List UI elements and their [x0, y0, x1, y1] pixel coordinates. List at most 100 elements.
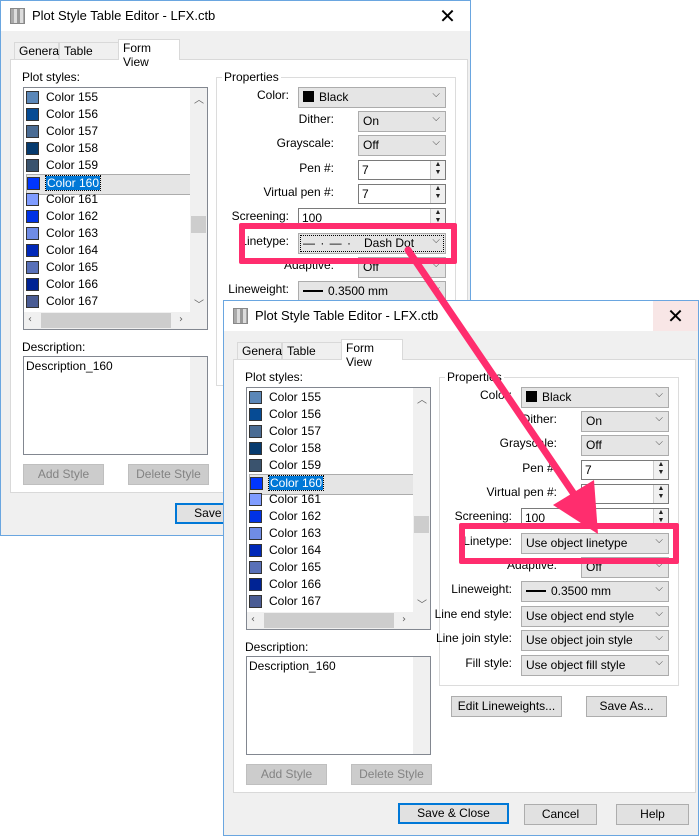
lineweight-select[interactable]: 0.3500 mm ⌵ [298, 281, 446, 302]
list-item[interactable]: Color 157 [249, 423, 414, 440]
app-icon [233, 308, 248, 324]
spin-button[interactable]: ▲ ▼ [430, 185, 445, 203]
list-item[interactable]: Color 157 [26, 123, 191, 140]
scroll-thumb[interactable] [414, 516, 429, 533]
list-item[interactable]: Color 167 [26, 293, 191, 310]
dither-select[interactable]: On ⌵ [581, 411, 669, 432]
line-end-style-select[interactable]: Use object end style ⌵ [521, 606, 669, 627]
list-item[interactable]: Color 156 [249, 406, 414, 423]
horizontal-scrollbar[interactable]: ‹ › [247, 612, 430, 629]
color-swatch [26, 159, 39, 172]
list-item[interactable]: Color 155 [249, 389, 414, 406]
color-swatch [250, 477, 263, 490]
line-end-style-label: Line end style: [434, 607, 512, 621]
tab-table-view[interactable]: Table View [282, 342, 343, 372]
scroll-right-icon[interactable]: › [179, 314, 183, 325]
spin-button[interactable]: ▲ ▼ [653, 461, 668, 479]
chevron-down-icon: ⌵ [432, 283, 440, 294]
color-select[interactable]: Black ⌵ [298, 87, 446, 108]
list-item[interactable]: Color 159 [249, 457, 414, 474]
scroll-up-icon[interactable]: ︿ [194, 91, 204, 106]
scroll-up-icon[interactable]: ︿ [417, 391, 427, 406]
vertical-scrollbar[interactable]: ︿ ﹀ [413, 388, 430, 614]
pen-label: Pen #: [299, 161, 334, 175]
delete-style-button[interactable]: Delete Style [351, 764, 432, 785]
list-item[interactable]: Color 158 [26, 140, 191, 157]
list-item[interactable]: Color 166 [26, 276, 191, 293]
description-field[interactable]: Description_160 [246, 656, 431, 755]
virtual-pen-input[interactable]: 7 ▲ ▼ [358, 184, 446, 204]
description-scrollbar[interactable] [413, 657, 430, 754]
delete-style-button[interactable]: Delete Style [128, 464, 209, 485]
list-item[interactable]: Color 158 [249, 440, 414, 457]
list-item[interactable]: Color 167 [249, 593, 414, 610]
chevron-down-icon: ⌵ [655, 583, 663, 594]
list-item[interactable]: Color 159 [26, 157, 191, 174]
grayscale-select[interactable]: Off ⌵ [358, 135, 446, 156]
scroll-thumb[interactable] [41, 313, 171, 328]
list-item[interactable]: Color 156 [26, 106, 191, 123]
plot-styles-list[interactable]: Color 155 Color 156 Color 157 Color 158 Colo… [23, 87, 208, 330]
tab-form-view[interactable]: Form View [341, 339, 403, 369]
scroll-thumb[interactable] [264, 613, 394, 628]
description-label: Description: [245, 640, 309, 654]
list-item[interactable]: Color 155 [26, 89, 191, 106]
color-select[interactable]: Black ⌵ [521, 387, 669, 408]
tab-table-view[interactable]: Table View [59, 42, 120, 72]
list-item[interactable]: Color 163 [249, 525, 414, 542]
scroll-left-icon[interactable]: ‹ [28, 314, 32, 325]
tab-general[interactable]: General [14, 42, 62, 60]
scroll-right-icon[interactable]: › [402, 614, 406, 625]
cancel-button[interactable]: Cancel [524, 804, 597, 825]
title-bar[interactable]: Plot Style Table Editor - LFX.ctb ✕ [224, 301, 698, 331]
fill-style-select[interactable]: Use object fill style ⌵ [521, 655, 669, 676]
list-item[interactable]: Color 163 [26, 225, 191, 242]
dither-label: Dither: [521, 412, 557, 426]
color-swatch [249, 408, 262, 421]
title-bar[interactable]: Plot Style Table Editor - LFX.ctb ✕ [1, 1, 470, 31]
description-field[interactable]: Description_160 [23, 356, 208, 455]
dialog-front: Plot Style Table Editor - LFX.ctb ✕ Genera… [223, 300, 699, 836]
description-scrollbar[interactable] [190, 357, 207, 454]
scroll-down-icon[interactable]: ﹀ [417, 596, 427, 611]
pen-input[interactable]: 7 ▲ ▼ [581, 460, 669, 480]
help-button[interactable]: Help [616, 804, 689, 825]
properties-label: Properties [222, 70, 281, 84]
scroll-left-icon[interactable]: ‹ [251, 614, 255, 625]
list-item[interactable]: Color 165 [26, 259, 191, 276]
spin-button[interactable]: ▲ ▼ [653, 485, 668, 503]
virtual-pen-input[interactable]: 7 ▲ ▼ [581, 484, 669, 504]
list-item[interactable]: Color 166 [249, 576, 414, 593]
edit-lineweights-button[interactable]: Edit Lineweights... [451, 696, 562, 717]
close-button[interactable]: ✕ [425, 1, 470, 31]
list-item[interactable]: Color 164 [26, 242, 191, 259]
color-swatch [249, 493, 262, 506]
vertical-scrollbar[interactable]: ︿ ﹀ [190, 88, 207, 314]
scroll-thumb[interactable] [191, 216, 206, 233]
list-item[interactable]: Color 161 [26, 191, 191, 208]
grayscale-select[interactable]: Off ⌵ [581, 435, 669, 456]
spin-button[interactable]: ▲ ▼ [430, 161, 445, 179]
lineweight-select[interactable]: 0.3500 mm ⌵ [521, 581, 669, 602]
chevron-down-icon: ⌵ [432, 113, 440, 124]
list-item[interactable]: Color 164 [249, 542, 414, 559]
list-item[interactable]: Color 162 [249, 508, 414, 525]
list-item[interactable]: Color 162 [26, 208, 191, 225]
list-item[interactable]: Color 165 [249, 559, 414, 576]
description-label: Description: [22, 340, 86, 354]
list-item[interactable]: Color 161 [249, 491, 414, 508]
line-join-style-select[interactable]: Use object join style ⌵ [521, 630, 669, 651]
pen-input[interactable]: 7 ▲ ▼ [358, 160, 446, 180]
add-style-button[interactable]: Add Style [23, 464, 104, 485]
tab-form-view[interactable]: Form View [118, 39, 180, 69]
tab-general[interactable]: General [237, 342, 285, 360]
close-button[interactable]: ✕ [653, 301, 698, 331]
save-as-button[interactable]: Save As... [586, 696, 667, 717]
scroll-down-icon[interactable]: ﹀ [194, 296, 204, 311]
add-style-button[interactable]: Add Style [246, 764, 327, 785]
color-swatch [249, 544, 262, 557]
horizontal-scrollbar[interactable]: ‹ › [24, 312, 207, 329]
dither-select[interactable]: On ⌵ [358, 111, 446, 132]
save-close-button[interactable]: Save & Close [398, 803, 509, 824]
plot-styles-list[interactable]: Color 155 Color 156 Color 157 Color 158 Colo… [246, 387, 431, 630]
